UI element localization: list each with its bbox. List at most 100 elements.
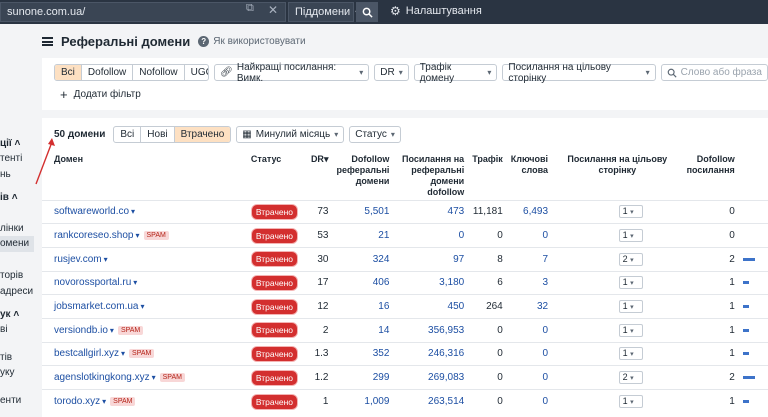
table-row[interactable]: torodo.xyz ▾ SPAM Втрачено 1 1,009 263,514 0 0 1 … xyxy=(42,389,768,414)
domain-link[interactable]: versiondb.io xyxy=(54,325,108,336)
add-filter-button[interactable]: + Додати фільтр xyxy=(60,88,141,101)
domain-link[interactable]: agenslotkingkong.xyz xyxy=(54,372,150,383)
domain-link[interactable]: rusjev.com xyxy=(54,254,102,265)
target-links-select[interactable]: 1 ▾ xyxy=(618,323,643,337)
col-status[interactable]: Статус xyxy=(247,154,305,200)
sidebar-item[interactable]: торів xyxy=(0,270,23,281)
col-traffic[interactable]: Трафік xyxy=(468,154,507,200)
dofollow-ref-cell[interactable]: 1,009 xyxy=(332,389,394,414)
chevron-down-icon[interactable]: ▾ xyxy=(121,349,125,358)
chevron-down-icon[interactable]: ▾ xyxy=(140,302,144,311)
ref-dofollow-cell[interactable]: 246,316 xyxy=(393,341,469,366)
ref-dofollow-cell[interactable]: 473 xyxy=(393,199,469,224)
table-row[interactable]: rankcoreseo.shop ▾ SPAM Втрачено 53 21 0 0 0 1 ▾ 0 xyxy=(42,223,768,248)
table-row[interactable]: softwareworld.co ▾ Втрачено 73 5,501 473 11,18… xyxy=(42,199,768,224)
table-row[interactable]: bestcallgirl.xyz ▾ SPAM Втрачено 1.3 352 246,3… xyxy=(42,341,768,366)
clear-icon[interactable]: ✕ xyxy=(268,3,278,17)
dofollow-ref-cell[interactable]: 352 xyxy=(332,341,394,366)
url-input[interactable]: sunone.com.ua/ xyxy=(0,2,286,22)
domain-link[interactable]: jobsmarket.com.ua xyxy=(54,301,138,312)
traffic-dropdown[interactable]: Трафік домену ▾ xyxy=(413,62,498,84)
tab-ugc[interactable]: UGC xyxy=(185,65,209,80)
sidebar-item[interactable]: ції ˄ xyxy=(0,138,20,149)
menu-icon[interactable] xyxy=(42,37,53,46)
tab-all[interactable]: Всі xyxy=(114,127,142,142)
table-row[interactable]: novorossportal.ru ▾ Втрачено 17 406 3,180 6 3 1 … xyxy=(42,270,768,295)
ref-dofollow-cell[interactable]: 356,953 xyxy=(393,317,469,343)
chevron-down-icon[interactable]: ▾ xyxy=(102,397,106,406)
target-links-select[interactable]: 1 ▾ xyxy=(618,205,643,219)
domain-link[interactable]: novorossportal.ru xyxy=(54,277,131,288)
table-row[interactable]: jobsmarket.com.ua ▾ Втрачено 12 16 450 264 32 1 … xyxy=(42,294,768,319)
dofollow-ref-cell[interactable]: 14 xyxy=(332,317,394,343)
dofollow-ref-cell[interactable]: 5,501 xyxy=(332,199,394,224)
col-ref-dofollow[interactable]: Посилання на реферальні домени dofollow xyxy=(393,154,468,200)
target-links-select[interactable]: 1 ▾ xyxy=(618,229,643,243)
ref-dofollow-cell[interactable]: 97 xyxy=(393,246,469,272)
table-row[interactable]: agenslotkingkong.xyz ▾ SPAM Втрачено 1.2 299 2… xyxy=(42,365,768,390)
best-links-dropdown[interactable]: 🔗︎ Найкращі посилання: Вимк. ▾ xyxy=(214,62,370,84)
search-button[interactable] xyxy=(356,2,378,22)
sidebar-item[interactable]: ві xyxy=(0,324,8,335)
mode-dropdown[interactable]: Піддомени ▾ xyxy=(288,2,359,22)
domain-link[interactable]: torodo.xyz xyxy=(54,396,100,407)
ref-dofollow-cell[interactable]: 269,083 xyxy=(393,365,469,390)
col-dofollow-links[interactable]: Dofollow посилання xyxy=(683,154,739,200)
target-links-select[interactable]: 1 ▾ xyxy=(618,347,643,361)
dofollow-ref-cell[interactable]: 21 xyxy=(332,223,394,248)
tab-all-links[interactable]: Всі xyxy=(55,65,82,80)
keywords-cell[interactable]: 0 xyxy=(506,223,553,248)
period-dropdown[interactable]: ▦ Минулий місяць ▾ xyxy=(236,126,345,143)
col-target-links[interactable]: Посилання на цільову сторінку xyxy=(552,154,683,200)
dofollow-ref-cell[interactable]: 406 xyxy=(332,270,394,295)
keywords-cell[interactable]: 0 xyxy=(506,317,553,343)
dofollow-ref-cell[interactable]: 299 xyxy=(332,365,394,390)
keywords-cell[interactable]: 3 xyxy=(506,270,553,295)
sidebar-item[interactable]: ів ˄ xyxy=(0,192,18,203)
col-keywords[interactable]: Ключові слова xyxy=(507,154,552,200)
domain-link[interactable]: rankcoreseo.shop xyxy=(54,230,134,241)
keywords-cell[interactable]: 0 xyxy=(506,389,553,414)
domain-link[interactable]: softwareworld.co xyxy=(54,206,129,217)
chevron-down-icon[interactable]: ▾ xyxy=(136,231,140,240)
keywords-cell[interactable]: 0 xyxy=(506,341,553,366)
keywords-cell[interactable]: 32 xyxy=(506,294,553,319)
settings-button[interactable]: ⚙ Налаштування xyxy=(390,4,482,18)
target-links-select[interactable]: 1 ▾ xyxy=(618,276,643,290)
dr-dropdown[interactable]: DR ▾ xyxy=(374,64,409,81)
status-dropdown[interactable]: Статус ▾ xyxy=(349,126,401,143)
target-page-dropdown[interactable]: Посилання на цільову сторінку ▾ xyxy=(502,62,656,84)
chevron-down-icon[interactable]: ▾ xyxy=(104,255,108,264)
keywords-cell[interactable]: 0 xyxy=(506,365,553,390)
target-links-select[interactable]: 1 ▾ xyxy=(618,300,643,314)
sidebar-item[interactable]: нь xyxy=(0,169,11,180)
ref-dofollow-cell[interactable]: 3,180 xyxy=(393,270,469,295)
table-row[interactable]: versiondb.io ▾ SPAM Втрачено 2 14 356,953 0 0 1 ▾… xyxy=(42,317,768,343)
sidebar-item[interactable]: енти xyxy=(0,395,21,406)
sidebar-item[interactable]: тів xyxy=(0,352,12,363)
target-links-select[interactable]: 2 ▾ xyxy=(618,371,643,385)
tab-dofollow[interactable]: Dofollow xyxy=(82,65,134,80)
open-external-icon[interactable]: ⧉ xyxy=(246,2,254,15)
chevron-down-icon[interactable]: ▾ xyxy=(152,373,156,382)
tab-new[interactable]: Нові xyxy=(141,127,175,142)
help-link[interactable]: ? Як використовувати xyxy=(198,36,306,47)
col-dr[interactable]: DR▾ xyxy=(305,154,333,200)
tab-lost[interactable]: Втрачено xyxy=(174,127,231,142)
target-links-select[interactable]: 1 ▾ xyxy=(618,395,643,409)
sidebar-item[interactable]: лінки xyxy=(0,223,24,234)
ref-dofollow-cell[interactable]: 450 xyxy=(393,294,469,319)
col-domain[interactable]: Домен xyxy=(42,154,247,200)
target-links-select[interactable]: 2 ▾ xyxy=(618,252,643,266)
ref-dofollow-cell[interactable]: 0 xyxy=(393,223,469,248)
sidebar-item[interactable]: тенті xyxy=(0,153,22,164)
sidebar-item[interactable]: ук ˄ xyxy=(0,309,19,320)
chevron-down-icon[interactable]: ▾ xyxy=(133,278,137,287)
sidebar-item-active[interactable]: омени xyxy=(0,236,34,252)
keyword-search-input[interactable]: Слово або фраза xyxy=(660,64,768,81)
chevron-down-icon[interactable]: ▾ xyxy=(131,207,135,216)
keywords-cell[interactable]: 7 xyxy=(506,246,553,272)
dofollow-ref-cell[interactable]: 324 xyxy=(332,246,394,272)
col-dofollow-ref[interactable]: Dofollow реферальні домени xyxy=(332,154,393,200)
table-row[interactable]: rusjev.com ▾ Втрачено 30 324 97 8 7 2 ▾ 2 xyxy=(42,246,768,272)
